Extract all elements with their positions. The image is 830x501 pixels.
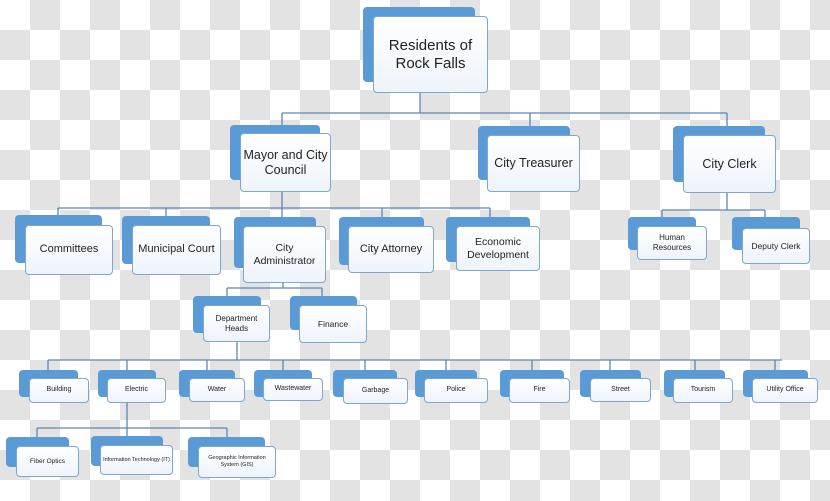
node-label: Department Heads	[203, 305, 270, 342]
node-label: Fiber Optics	[16, 446, 79, 477]
node-label: Street	[590, 378, 651, 402]
node-label: Geographic Information System (GIS)	[198, 446, 276, 478]
node-label: City Clerk	[683, 135, 776, 193]
node-label: Building	[29, 378, 89, 403]
node-label: City Treasurer	[487, 135, 580, 192]
node-label: City Administrator	[243, 226, 326, 283]
node-label: Police	[424, 378, 488, 403]
node-label: Finance	[299, 305, 367, 343]
node-label: Wastewater	[263, 378, 323, 401]
node-label: Utility Office	[752, 378, 818, 403]
node-label: Economic Development	[456, 226, 540, 271]
node-label: City Attorney	[348, 226, 434, 273]
node-label: Municipal Court	[132, 225, 221, 275]
node-label: Human Resources	[637, 226, 707, 260]
node-label: Water	[189, 378, 245, 402]
node-label: Residents of Rock Falls	[373, 16, 488, 93]
node-label: Electric	[107, 378, 166, 403]
node-label: Mayor and City Council	[240, 133, 331, 192]
node-label: Information Technology (IT)	[100, 445, 173, 475]
node-label: Tourism	[673, 378, 733, 403]
node-label: Committees	[25, 225, 113, 275]
node-label: Deputy Clerk	[742, 228, 810, 264]
node-label: Fire	[509, 378, 570, 403]
node-label: Garbage	[343, 378, 408, 404]
